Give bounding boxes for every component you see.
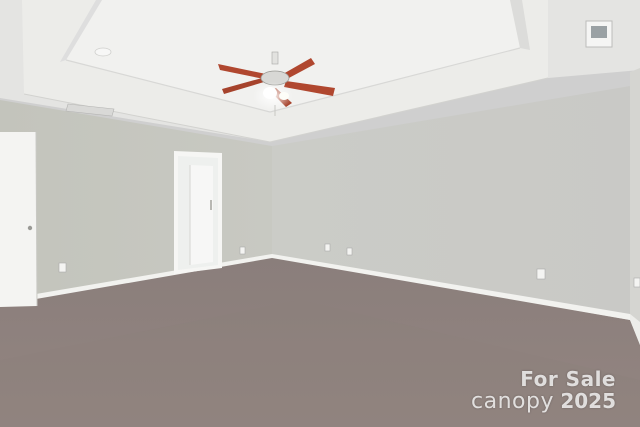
- outlet: [536, 268, 546, 280]
- door-knob: [27, 225, 33, 231]
- outlet: [58, 262, 67, 273]
- watermark-year: 2025: [560, 389, 616, 413]
- outlet: [324, 243, 331, 252]
- room-illustration: [0, 0, 640, 427]
- watermark-brand-logo: canopy: [471, 389, 554, 414]
- room-photo: For Sale canopy 2025: [0, 0, 640, 427]
- smoke-detector-icon: [94, 47, 112, 57]
- right-wall: [630, 68, 640, 345]
- outlet: [239, 246, 246, 255]
- watermark: For Sale canopy 2025: [471, 369, 616, 413]
- watermark-for-sale: For Sale: [520, 367, 616, 391]
- outlet: [346, 247, 353, 256]
- door-left: [0, 132, 37, 307]
